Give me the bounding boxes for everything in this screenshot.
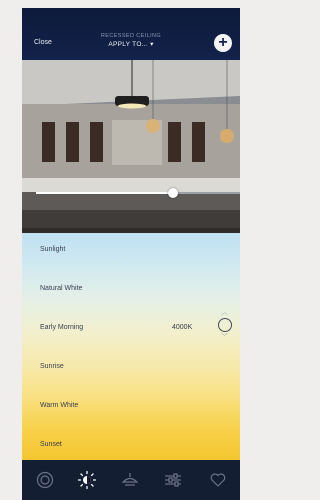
brightness-slider-fill	[36, 192, 173, 194]
lamp-icon[interactable]	[118, 468, 142, 492]
fixture-name: RECESSED CEILING	[100, 33, 162, 39]
cct-value: 4000K	[172, 324, 193, 331]
brightness-slider-track[interactable]	[36, 192, 240, 194]
room-preview-image	[22, 60, 240, 240]
circle-target-icon[interactable]	[33, 468, 57, 492]
selection-ring[interactable]	[218, 318, 232, 332]
bottom-tab-bar	[22, 460, 240, 500]
brightness-slider-knob[interactable]	[167, 188, 178, 198]
preset-early-morning[interactable]: Early Morning	[40, 324, 83, 331]
preset-sunlight[interactable]: Sunlight	[40, 246, 65, 253]
chevron-up-icon[interactable]: ︿	[221, 309, 228, 316]
color-temperature-gradient[interactable]	[22, 233, 240, 460]
chevron-down-icon[interactable]: ﹀	[221, 334, 228, 341]
preset-natural-white[interactable]: Natural White	[40, 285, 82, 292]
preset-sunset[interactable]: Sunset	[40, 441, 62, 448]
preset-sunrise[interactable]: Sunrise	[40, 363, 64, 370]
header-center: RECESSED CEILING APPLY TO... ▾	[76, 33, 186, 49]
plus-icon[interactable]: +	[214, 34, 232, 52]
top-bar: Close RECESSED CEILING APPLY TO... ▾ +	[22, 8, 240, 60]
apply-to-dropdown[interactable]: APPLY TO... ▾	[76, 40, 186, 49]
heart-icon[interactable]	[206, 468, 230, 492]
sun-dimmer-icon[interactable]	[75, 468, 99, 492]
phone-screen: Close RECESSED CEILING APPLY TO... ▾ + S…	[22, 8, 240, 500]
preset-warm-white[interactable]: Warm White	[40, 402, 78, 409]
sliders-icon[interactable]	[161, 468, 185, 492]
close-button[interactable]: Close	[34, 39, 52, 46]
